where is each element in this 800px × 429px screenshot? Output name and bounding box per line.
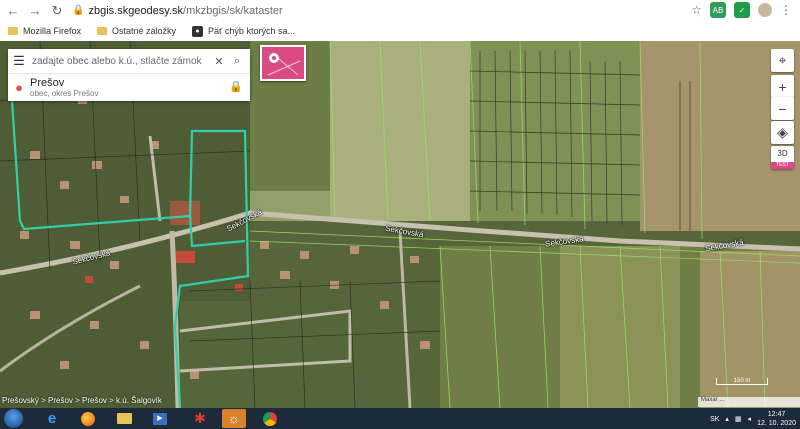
- forward-icon[interactable]: →: [26, 2, 44, 20]
- plus-icon: +: [778, 78, 787, 95]
- start-button[interactable]: [4, 409, 23, 428]
- tray-chevron-icon[interactable]: ▴: [725, 415, 729, 423]
- 3d-label: 3D: [777, 149, 788, 158]
- bookmark-mozilla-firefox[interactable]: Mozilla Firefox: [8, 26, 81, 36]
- minus-icon: −: [778, 100, 787, 117]
- star-icon[interactable]: ☆: [691, 3, 702, 17]
- scale-label: 150 m: [733, 378, 751, 384]
- layer-preview-icon: [267, 52, 301, 76]
- address-bar[interactable]: zbgis.skgeodesy.sk/mkzbgis/sk/kataster: [88, 5, 282, 17]
- file-explorer-icon[interactable]: [112, 409, 136, 428]
- url-path: /mkzbgis/sk/kataster: [183, 4, 283, 17]
- bookmark-label: Mozilla Firefox: [23, 26, 82, 36]
- zoom-in-button[interactable]: +: [771, 75, 794, 98]
- search-row: ☰ ✕ ⌕: [8, 49, 250, 74]
- browser-toolbar: ← → ↻ 🔒 zbgis.skgeodesy.sk/mkzbgis/sk/ka…: [0, 0, 800, 42]
- system-tray: SK ▴ ▦ ◂ 12:47 12. 10. 2020: [710, 410, 796, 428]
- search-input[interactable]: [30, 54, 210, 68]
- 3d-button[interactable]: 3D TEST: [771, 146, 794, 169]
- bookmark-site[interactable]: ● Päť chýb ktorých sa...: [192, 25, 295, 37]
- bookmark-site-icon: ●: [192, 25, 204, 37]
- clock-date: 12. 10. 2020: [757, 420, 796, 427]
- scale-bar: 150 m: [716, 378, 768, 385]
- network-icon[interactable]: ▦: [735, 415, 742, 423]
- location-pin-icon: ●: [15, 80, 23, 95]
- clear-icon[interactable]: ✕: [210, 55, 228, 68]
- folder-icon: [97, 27, 108, 35]
- bookmark-other[interactable]: Ostatné záložky: [97, 26, 176, 36]
- bookmark-label: Päť chýb ktorých sa...: [208, 26, 295, 36]
- folder-icon: [8, 27, 18, 35]
- breadcrumb[interactable]: Prešovský > Prešov > Prešov > k.ú. Šalgo…: [2, 396, 162, 408]
- zoom-out-button[interactable]: −: [771, 97, 794, 120]
- address-row: ← → ↻ 🔒 zbgis.skgeodesy.sk/mkzbgis/sk/ka…: [0, 0, 800, 21]
- chrome-icon[interactable]: [258, 409, 282, 428]
- clock-time: 12:47: [767, 411, 786, 418]
- place-name: Prešov: [30, 76, 65, 89]
- firefox-icon[interactable]: [76, 409, 100, 428]
- place-subtitle: obec, okres Prešov: [30, 88, 99, 98]
- crosshair-icon: ⌖: [778, 52, 787, 68]
- back-icon[interactable]: ←: [4, 2, 22, 20]
- app-orange-icon[interactable]: ☼: [222, 409, 246, 428]
- menu-icon[interactable]: ⋮: [780, 3, 792, 17]
- reload-icon[interactable]: ↻: [48, 2, 66, 20]
- layers-button[interactable]: ◈: [771, 121, 794, 144]
- extension-adblock-icon[interactable]: AB: [710, 2, 726, 18]
- bookmarks-bar: Mozilla Firefox Ostatné záložky ● Päť chý…: [0, 21, 800, 41]
- avatar[interactable]: [758, 3, 772, 17]
- bookmark-label: Ostatné záložky: [112, 26, 177, 36]
- media-player-icon[interactable]: ▶: [148, 409, 172, 428]
- internet-explorer-icon[interactable]: e: [40, 409, 64, 428]
- language-indicator[interactable]: SK: [710, 416, 719, 423]
- extension-shield-icon[interactable]: ✓: [734, 2, 750, 18]
- windows-taskbar: e ▶ ✱ ☼ SK ▴ ▦ ◂ 12:47 12. 10. 2020: [0, 408, 800, 429]
- layer-thumbnail-button[interactable]: [260, 45, 306, 81]
- selected-place[interactable]: ● Prešov obec, okres Prešov 🔒: [8, 74, 250, 101]
- search-icon[interactable]: ⌕: [228, 55, 246, 68]
- clock[interactable]: 12:47 12. 10. 2020: [757, 410, 796, 428]
- padlock-icon[interactable]: 🔒: [229, 80, 243, 93]
- my-location-button[interactable]: ⌖: [771, 49, 794, 72]
- hamburger-menu-icon[interactable]: ☰: [8, 53, 30, 69]
- map-attribution: Maxar ...: [698, 397, 800, 407]
- volume-icon[interactable]: ◂: [748, 415, 752, 423]
- lock-icon: 🔒: [72, 5, 85, 16]
- url-host: zbgis.skgeodesy.sk: [88, 4, 184, 17]
- test-tag: TEST: [771, 162, 794, 169]
- search-panel: ☰ ✕ ⌕ ● Prešov obec, okres Prešov 🔒: [8, 49, 250, 101]
- layers-icon: ◈: [777, 124, 788, 140]
- app-red-icon[interactable]: ✱: [188, 409, 212, 428]
